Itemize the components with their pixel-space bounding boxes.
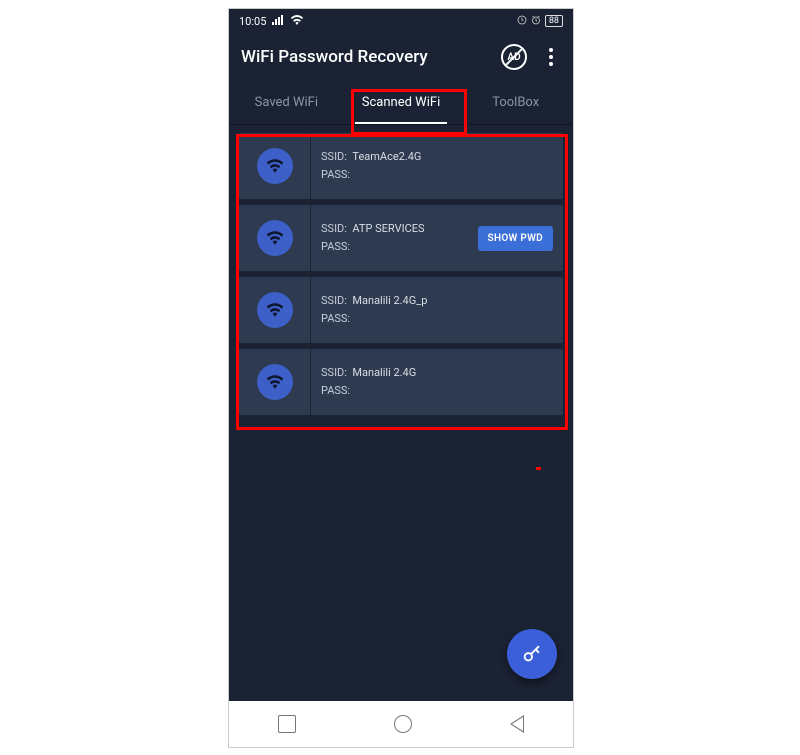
android-nav-bar <box>229 701 573 747</box>
ssid-value: TeamAce2.4G <box>352 150 421 163</box>
wifi-body: SSID: Manalili 2.4G_p PASS: <box>311 277 563 343</box>
ssid-label: SSID: <box>321 222 347 235</box>
wifi-row[interactable]: SSID: ATP SERVICES PASS: SHOW PWD <box>239 205 563 271</box>
tab-bar: Saved WiFi Scanned WiFi ToolBox <box>229 81 573 125</box>
wifi-icon <box>257 220 293 256</box>
show-pwd-button[interactable]: SHOW PWD <box>478 226 553 251</box>
wifi-icon-cell <box>239 349 311 415</box>
wifi-icon-cell <box>239 277 311 343</box>
pass-label: PASS: <box>321 312 350 325</box>
app-title: WiFi Password Recovery <box>241 47 493 67</box>
ssid-label: SSID: <box>321 150 347 163</box>
wifi-icon <box>257 292 293 328</box>
ssid-value: ATP SERVICES <box>352 222 424 235</box>
wifi-icon-cell <box>239 205 311 271</box>
wifi-status-icon <box>290 15 304 28</box>
status-time: 10:05 <box>239 15 266 28</box>
ad-label: AD <box>507 52 520 63</box>
tab-saved-wifi[interactable]: Saved WiFi <box>229 81 344 124</box>
wifi-body: SSID: ATP SERVICES PASS: SHOW PWD <box>311 205 563 271</box>
tab-toolbox[interactable]: ToolBox <box>458 81 573 124</box>
nav-recent-button[interactable] <box>278 715 296 733</box>
annotation-dot <box>536 467 541 470</box>
wifi-icon <box>257 148 293 184</box>
pass-label: PASS: <box>321 240 350 253</box>
wifi-row[interactable]: SSID: Manalili 2.4G PASS: <box>239 349 563 415</box>
nav-back-button[interactable] <box>511 716 524 732</box>
wifi-body: SSID: TeamAce2.4G PASS: <box>311 133 563 199</box>
wifi-icon-cell <box>239 133 311 199</box>
wifi-text: SSID: ATP SERVICES PASS: <box>321 220 470 255</box>
battery-indicator: 88 <box>545 15 563 27</box>
ssid-label: SSID: <box>321 366 347 379</box>
wifi-text: SSID: Manalili 2.4G_p PASS: <box>321 292 553 327</box>
app-bar: WiFi Password Recovery AD <box>229 33 573 81</box>
pass-label: PASS: <box>321 168 350 181</box>
ssid-value: Manalili 2.4G <box>352 366 416 379</box>
phone-screen: 10:05 88 WiFi Password Recovery AD <box>228 8 574 748</box>
ssid-label: SSID: <box>321 294 347 307</box>
fab-key-button[interactable] <box>507 629 557 679</box>
status-bar: 10:05 88 <box>229 9 573 33</box>
wifi-body: SSID: Manalili 2.4G PASS: <box>311 349 563 415</box>
wifi-list: SSID: TeamAce2.4G PASS: SSID: ATP SERVIC… <box>229 125 573 423</box>
wifi-row[interactable]: SSID: Manalili 2.4G_p PASS: <box>239 277 563 343</box>
signal-icon <box>272 15 284 28</box>
tab-scanned-wifi[interactable]: Scanned WiFi <box>344 81 459 124</box>
wifi-text: SSID: TeamAce2.4G PASS: <box>321 148 553 183</box>
key-icon <box>521 643 543 665</box>
notification-icon <box>517 15 527 28</box>
nav-home-button[interactable] <box>394 715 412 733</box>
wifi-text: SSID: Manalili 2.4G PASS: <box>321 364 553 399</box>
wifi-icon <box>257 364 293 400</box>
alarm-icon <box>531 15 541 28</box>
no-ads-icon[interactable]: AD <box>501 44 527 70</box>
ssid-value: Manalili 2.4G_p <box>352 294 427 307</box>
overflow-menu-icon[interactable] <box>541 48 561 66</box>
wifi-row[interactable]: SSID: TeamAce2.4G PASS: <box>239 133 563 199</box>
pass-label: PASS: <box>321 384 350 397</box>
